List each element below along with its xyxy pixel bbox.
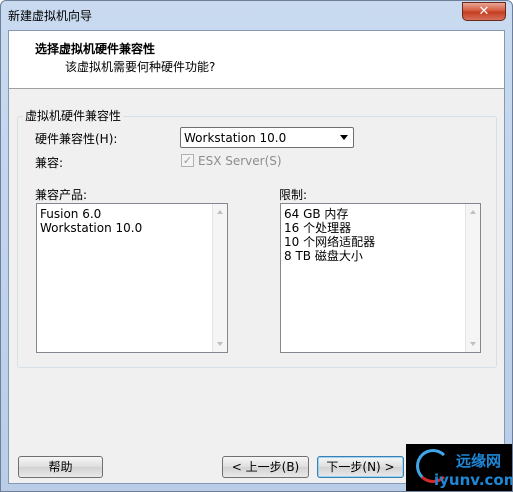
wizard-header: 选择虚拟机硬件兼容性 该虚拟机需要何种硬件功能? (9, 31, 504, 89)
watermark-text-top: 远缘网 (456, 452, 502, 470)
list-item[interactable]: 8 TB 磁盘大小 (284, 249, 375, 263)
list-item[interactable]: Workstation 10.0 (40, 221, 142, 235)
compatible-products-items: Fusion 6.0 Workstation 10.0 (40, 207, 142, 235)
list-item[interactable]: 10 个网络适配器 (284, 235, 375, 249)
limits-label: 限制: (279, 188, 308, 202)
next-button[interactable]: 下一步(N) > (317, 456, 404, 478)
wizard-window: 新建虚拟机向导 ✕ 选择虚拟机硬件兼容性 该虚拟机需要何种硬件功能? 虚拟机硬件… (0, 0, 513, 492)
watermark-logo: 远缘网 iyunv.com (406, 444, 512, 491)
hardware-compat-value: Workstation 10.0 (184, 131, 287, 145)
scroll-down-icon[interactable] (217, 342, 223, 346)
vertical-scrollbar[interactable] (212, 204, 227, 352)
list-item[interactable]: 16 个处理器 (284, 221, 375, 235)
checkmark-icon: ✓ (182, 154, 193, 167)
list-item[interactable]: Fusion 6.0 (40, 207, 142, 221)
wizard-client-area: 选择虚拟机硬件兼容性 该虚拟机需要何种硬件功能? 虚拟机硬件兼容性 硬件兼容性(… (8, 30, 505, 484)
scroll-up-icon[interactable] (470, 210, 476, 214)
esx-server-checkbox[interactable]: ✓ (181, 154, 194, 167)
page-subtitle: 该虚拟机需要何种硬件功能? (65, 60, 216, 74)
close-icon: ✕ (478, 4, 490, 19)
scroll-up-icon[interactable] (217, 210, 223, 214)
help-button[interactable]: 帮助 (18, 456, 103, 478)
close-button[interactable]: ✕ (462, 2, 506, 21)
hardware-compat-label: 硬件兼容性(H): (35, 132, 118, 146)
window-title: 新建虚拟机向导 (8, 9, 93, 23)
limits-list[interactable]: 64 GB 内存 16 个处理器 10 个网络适配器 8 TB 磁盘大小 (280, 203, 481, 353)
scroll-down-icon[interactable] (470, 342, 476, 346)
limits-items: 64 GB 内存 16 个处理器 10 个网络适配器 8 TB 磁盘大小 (284, 207, 375, 263)
compatible-products-list[interactable]: Fusion 6.0 Workstation 10.0 (36, 203, 228, 353)
compat-label: 兼容: (35, 156, 64, 170)
group-label: 虚拟机硬件兼容性 (23, 107, 124, 124)
title-bar[interactable]: 新建虚拟机向导 ✕ (1, 1, 512, 30)
esx-server-label: ESX Server(S) (198, 154, 282, 168)
list-item[interactable]: 64 GB 内存 (284, 207, 375, 221)
vertical-scrollbar[interactable] (465, 204, 480, 352)
hardware-compat-select[interactable]: Workstation 10.0 (180, 127, 354, 148)
page-title: 选择虚拟机硬件兼容性 (35, 42, 156, 56)
compatible-products-label: 兼容产品: (35, 188, 88, 202)
watermark-text-bottom: iyunv.com (434, 471, 512, 489)
back-button[interactable]: < 上一步(B) (222, 456, 309, 478)
chevron-down-icon (340, 135, 348, 140)
